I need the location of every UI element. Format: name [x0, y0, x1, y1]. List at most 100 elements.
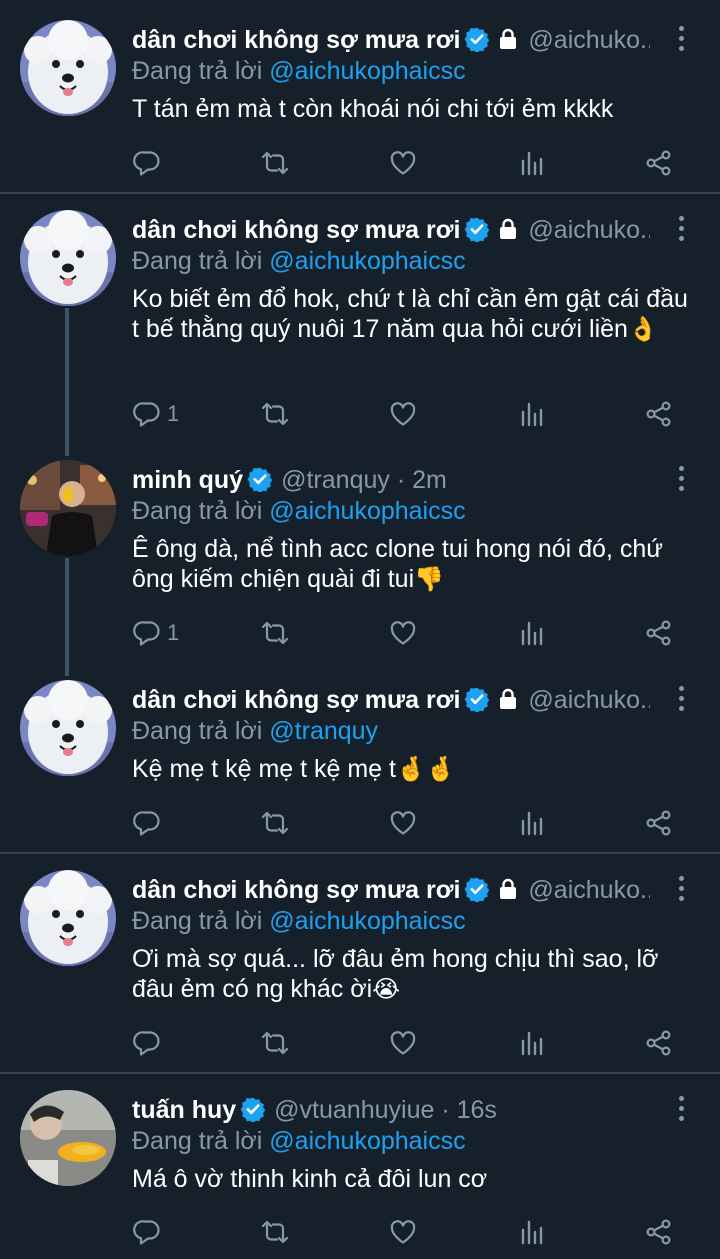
- like-button[interactable]: [389, 803, 417, 843]
- avatar[interactable]: [20, 210, 116, 306]
- like-button[interactable]: [389, 613, 417, 653]
- more-icon[interactable]: [676, 876, 686, 904]
- share-button[interactable]: [645, 1212, 673, 1252]
- reply-button[interactable]: [133, 803, 167, 843]
- avatar[interactable]: [20, 460, 116, 556]
- tweet-text-content: Má ô vờ thinh kinh cả đôi lun cơ: [132, 1165, 488, 1193]
- tweet[interactable]: tuấn huy @vtuanhuyiue · 16s Đang trả lời …: [0, 1070, 720, 1259]
- verified-badge-icon: [247, 466, 273, 492]
- like-button[interactable]: [389, 1023, 417, 1063]
- share-button[interactable]: [645, 1023, 673, 1063]
- retweet-button[interactable]: [259, 1023, 291, 1063]
- retweet-button[interactable]: [259, 1212, 291, 1252]
- share-icon: [645, 809, 673, 837]
- avatar[interactable]: [20, 20, 116, 116]
- analytics-button[interactable]: [518, 803, 546, 843]
- analytics-button[interactable]: [518, 143, 546, 183]
- more-icon[interactable]: [676, 216, 686, 244]
- avatar[interactable]: [20, 680, 116, 776]
- mention-link[interactable]: @aichukophaicsc: [269, 497, 465, 525]
- reply-button[interactable]: 1: [133, 613, 179, 653]
- tweet[interactable]: dân chơi không sợ mưa rơi @aichuko... Đan…: [0, 660, 720, 852]
- replying-prefix: Đang trả lời: [132, 907, 263, 935]
- tweet-actions: [0, 1212, 720, 1252]
- mention-link[interactable]: @aichukophaicsc: [269, 907, 465, 935]
- like-icon: [389, 619, 417, 647]
- display-name[interactable]: dân chơi không sợ mưa rơi: [132, 876, 460, 904]
- reply-button[interactable]: [133, 143, 167, 183]
- tweet-header: dân chơi không sợ mưa rơi @aichuko...: [132, 23, 650, 57]
- display-name[interactable]: dân chơi không sợ mưa rơi: [132, 686, 460, 714]
- more-icon[interactable]: [676, 466, 686, 494]
- mention-link[interactable]: @aichukophaicsc: [269, 247, 465, 275]
- analytics-icon: [518, 619, 546, 647]
- lock-icon: [496, 877, 520, 901]
- share-button[interactable]: [645, 613, 673, 653]
- like-button[interactable]: [389, 394, 417, 434]
- more-icon[interactable]: [676, 1096, 686, 1124]
- display-name[interactable]: minh quý: [132, 466, 243, 494]
- user-handle[interactable]: @aichuko...: [528, 876, 650, 904]
- tweet-emoji: 👎: [414, 566, 445, 593]
- tweet-text: Ko biết ẻm đổ hok, chứ t là chỉ cần ẻm g…: [132, 284, 692, 345]
- mention-link[interactable]: @tranquy: [269, 717, 378, 745]
- reply-icon: [133, 809, 161, 837]
- tweet-emoji: 😭: [372, 976, 401, 1003]
- retweet-button[interactable]: [259, 613, 291, 653]
- analytics-icon: [518, 1029, 546, 1057]
- avatar[interactable]: [20, 870, 116, 966]
- like-button[interactable]: [389, 143, 417, 183]
- analytics-icon: [518, 1218, 546, 1246]
- verified-badge-icon: [464, 876, 490, 902]
- user-handle[interactable]: @aichuko...: [528, 686, 650, 714]
- user-handle[interactable]: @tranquy · 2m: [281, 466, 447, 494]
- analytics-button[interactable]: [518, 613, 546, 653]
- replying-prefix: Đang trả lời: [132, 57, 263, 85]
- user-handle[interactable]: @aichuko...: [528, 216, 650, 244]
- share-icon: [645, 149, 673, 177]
- tweet[interactable]: dân chơi không sợ mưa rơi @aichuko... Đan…: [0, 0, 720, 192]
- more-icon[interactable]: [676, 26, 686, 54]
- tweet[interactable]: minh quý @tranquy · 2m Đang trả lời @aich…: [0, 440, 720, 660]
- analytics-button[interactable]: [518, 394, 546, 434]
- tweet-text-content: Kệ mẹ t kệ mẹ t kệ mẹ t: [132, 755, 396, 783]
- verified-badge-icon: [464, 216, 490, 242]
- share-button[interactable]: [645, 803, 673, 843]
- verified-badge-icon: [464, 26, 490, 52]
- reply-button[interactable]: [133, 1212, 167, 1252]
- share-icon: [645, 619, 673, 647]
- retweet-button[interactable]: [259, 394, 291, 434]
- reply-button[interactable]: [133, 1023, 167, 1063]
- tweet-header: tuấn huy @vtuanhuyiue · 16s: [132, 1093, 650, 1127]
- retweet-icon: [259, 809, 291, 837]
- mention-link[interactable]: @aichukophaicsc: [269, 1127, 465, 1155]
- analytics-button[interactable]: [518, 1212, 546, 1252]
- like-button[interactable]: [389, 1212, 417, 1252]
- retweet-button[interactable]: [259, 803, 291, 843]
- reply-icon: [133, 619, 161, 647]
- display-name[interactable]: tuấn huy: [132, 1096, 236, 1124]
- share-button[interactable]: [645, 143, 673, 183]
- mention-link[interactable]: @aichukophaicsc: [269, 57, 465, 85]
- display-name[interactable]: dân chơi không sợ mưa rơi: [132, 26, 460, 54]
- share-button[interactable]: [645, 394, 673, 434]
- retweet-button[interactable]: [259, 143, 291, 183]
- retweet-icon: [259, 149, 291, 177]
- verified-badge-icon: [464, 686, 490, 712]
- more-icon[interactable]: [676, 686, 686, 714]
- avatar[interactable]: [20, 1090, 116, 1186]
- display-name[interactable]: dân chơi không sợ mưa rơi: [132, 216, 460, 244]
- tweet-actions: [0, 803, 720, 843]
- retweet-icon: [259, 400, 291, 428]
- tweet-actions: [0, 1023, 720, 1063]
- reply-button[interactable]: 1: [133, 394, 179, 434]
- replying-to: Đang trả lời @aichukophaicsc: [132, 245, 466, 277]
- share-icon: [645, 1029, 673, 1057]
- user-handle[interactable]: @aichuko...: [528, 26, 650, 54]
- tweet-text: Ê ông dà, nể tình acc clone tui hong nói…: [132, 534, 692, 595]
- like-icon: [389, 1029, 417, 1057]
- analytics-button[interactable]: [518, 1023, 546, 1063]
- tweet[interactable]: dân chơi không sợ mưa rơi @aichuko... Đan…: [0, 190, 720, 446]
- tweet[interactable]: dân chơi không sợ mưa rơi @aichuko... Đan…: [0, 850, 720, 1072]
- user-handle[interactable]: @vtuanhuyiue · 16s: [274, 1096, 497, 1124]
